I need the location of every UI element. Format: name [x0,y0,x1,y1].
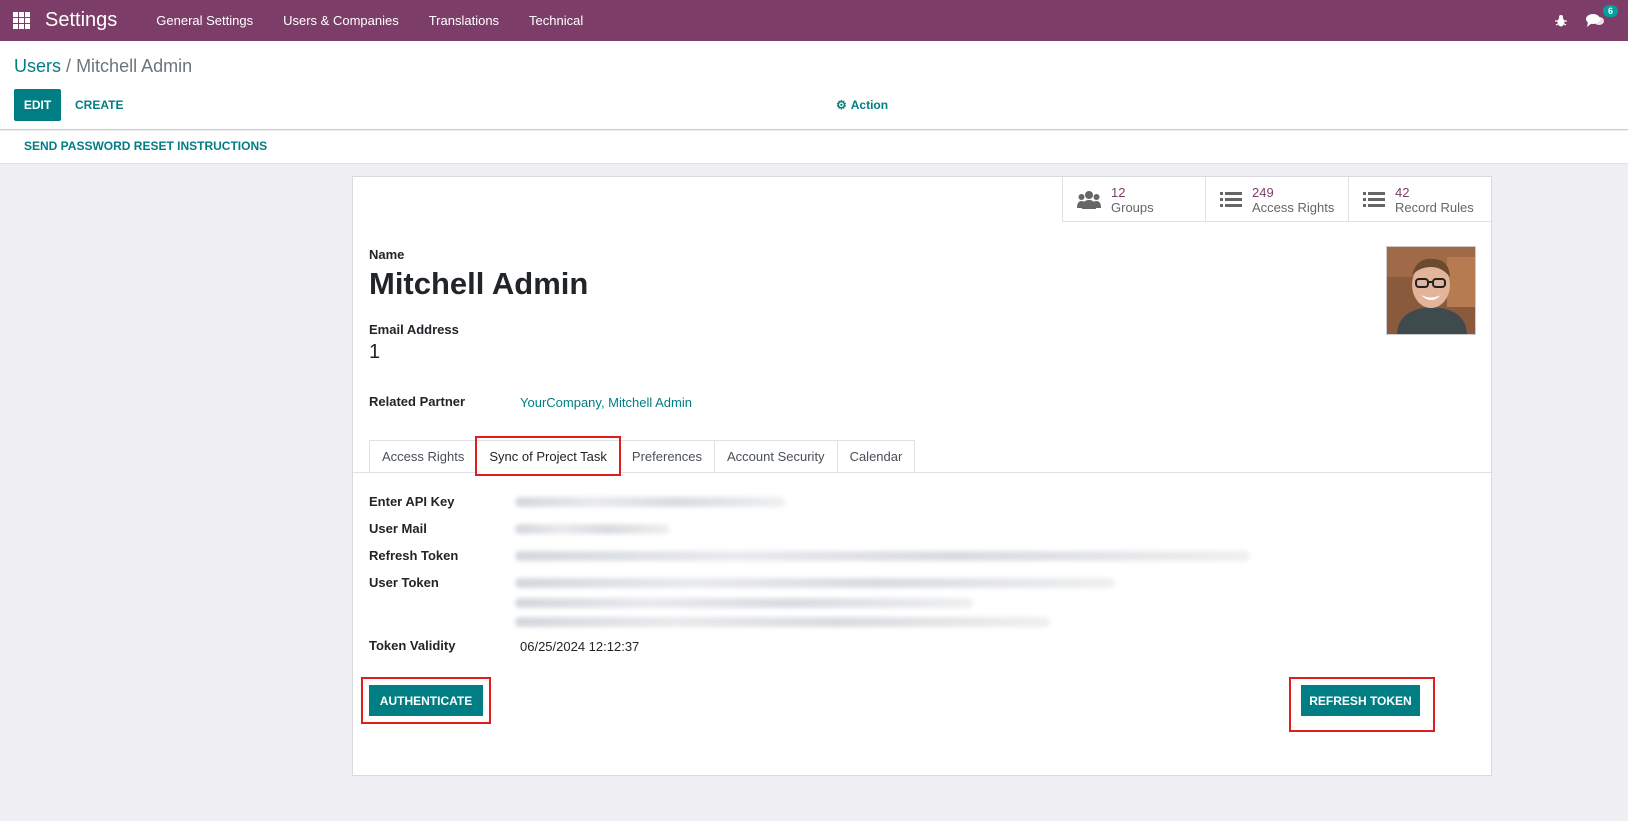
user-token-field-line1[interactable] [515,578,1115,588]
groups-stat-button[interactable]: 12 Groups [1062,177,1205,222]
send-password-reset-button[interactable]: SEND PASSWORD RESET INSTRUCTIONS [24,139,267,153]
breadcrumb-separator: / [66,56,72,76]
authenticate-button[interactable]: AUTHENTICATE [369,685,483,716]
tab-calendar[interactable]: Calendar [836,440,916,473]
tab-preferences[interactable]: Preferences [618,440,715,473]
record-rules-count: 42 [1395,184,1410,200]
apps-grid-icon[interactable] [13,12,30,29]
notebook-tabs: Access Rights Sync of Project Task Prefe… [369,440,916,473]
related-partner-link[interactable]: YourCompany, Mitchell Admin [520,395,692,410]
bug-icon[interactable] [1554,14,1568,28]
api-key-field[interactable] [515,497,785,507]
breadcrumb-current: Mitchell Admin [76,56,193,76]
refresh-token-button[interactable]: REFRESH TOKEN [1301,685,1420,716]
user-token-label: User Token [369,575,439,590]
form-sheet: 12 Groups 249 Access Rights 42 Record Ru… [352,176,1493,776]
api-key-label: Enter API Key [369,494,455,509]
groups-count: 12 [1111,184,1126,200]
email-value: 1 [369,341,381,363]
form-statusbar: SEND PASSWORD RESET INSTRUCTIONS [0,131,1628,164]
list-icon [1363,191,1385,207]
user-mail-field[interactable] [515,524,670,534]
action-dropdown[interactable]: ⚙ Action [836,89,888,121]
top-navbar: Settings General Settings Users & Compan… [0,0,1628,41]
gear-icon: ⚙ [836,98,847,112]
record-rules-stat-button[interactable]: 42 Record Rules [1348,177,1491,222]
list-icon [1220,191,1242,207]
edit-button[interactable]: EDIT [14,89,61,121]
refresh-token-field[interactable] [515,551,1250,561]
user-token-field-line2 [515,598,973,608]
refresh-token-label: Refresh Token [369,548,459,563]
user-token-field-line3 [515,617,1050,627]
avatar[interactable] [1386,246,1476,335]
related-partner-label: Related Partner [369,394,466,409]
action-label: Action [850,98,889,112]
name-label: Name [369,247,405,262]
token-validity-value: 06/25/2024 12:12:37 [520,639,640,654]
users-icon [1077,190,1101,209]
create-button[interactable]: CREATE [75,89,123,121]
breadcrumb-users-link[interactable]: Users [14,56,61,76]
access-rights-label: Access Rights [1252,199,1335,215]
access-rights-count: 249 [1252,184,1274,200]
token-validity-label: Token Validity [369,638,456,653]
tab-sync-of-project-task[interactable]: Sync of Project Task [476,440,619,473]
menu-translations[interactable]: Translations [414,13,514,28]
chat-badge: 6 [1602,4,1618,17]
breadcrumb: Users / Mitchell Admin [14,56,192,77]
navbar-systray: 6 [1554,0,1628,41]
menu-general-settings[interactable]: General Settings [141,13,268,28]
email-label: Email Address [369,322,459,337]
access-rights-stat-button[interactable]: 249 Access Rights [1205,177,1348,222]
smart-button-box: 12 Groups 249 Access Rights 42 Record Ru… [1062,177,1491,222]
menu-users-companies[interactable]: Users & Companies [268,13,414,28]
user-mail-label: User Mail [369,521,427,536]
user-name-value: Mitchell Admin [369,266,589,301]
tab-access-rights[interactable]: Access Rights [369,440,477,473]
groups-label: Groups [1111,199,1154,215]
chat-icon[interactable]: 6 [1586,4,1618,29]
app-brand[interactable]: Settings [45,9,117,32]
record-rules-label: Record Rules [1395,199,1474,215]
control-panel: Users / Mitchell Admin EDIT CREATE ⚙ Act… [0,41,1628,130]
menu-technical[interactable]: Technical [514,13,598,28]
tab-account-security[interactable]: Account Security [714,440,837,473]
